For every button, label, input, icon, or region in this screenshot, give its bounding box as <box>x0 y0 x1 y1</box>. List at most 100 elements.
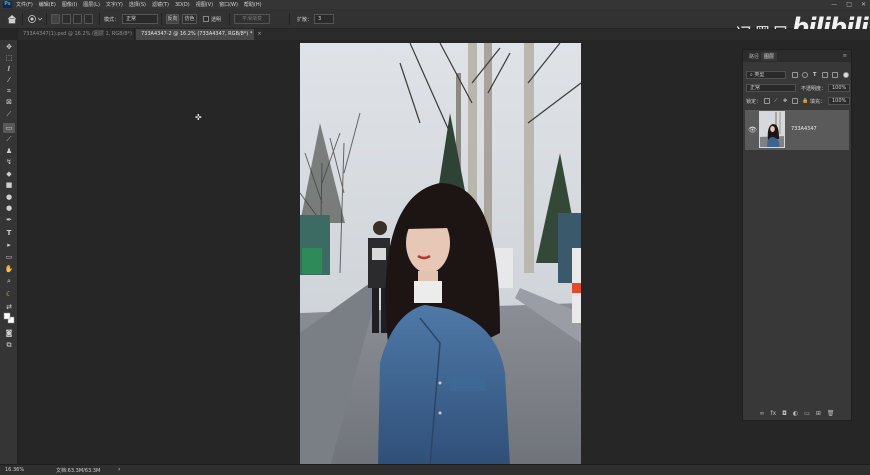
document-size: 文档:63.3M/63.3M <box>56 468 101 474</box>
menu-select[interactable]: 选择(S) <box>129 1 146 8</box>
marquee-tool-icon[interactable]: ⬚ <box>3 53 15 63</box>
eyedropper-tool-icon[interactable]: ⟋ <box>3 109 15 119</box>
document-photo[interactable] <box>300 43 581 466</box>
layer-filter-select[interactable]: ⌕ 类型 <box>746 71 786 79</box>
new-group-icon[interactable]: ▭ <box>804 410 810 417</box>
new-layer-icon[interactable]: ⊞ <box>816 410 821 417</box>
zoom-level[interactable]: 16.36% <box>5 467 24 473</box>
tab-paths[interactable]: 路径 <box>746 52 762 61</box>
maximize-icon[interactable]: □ <box>846 1 852 8</box>
menu-help[interactable]: 帮助(H) <box>244 1 262 8</box>
layer-name[interactable]: 733A4347 <box>791 126 817 132</box>
smooth-gradient-button[interactable]: 平滑渐变 <box>234 14 270 24</box>
separator <box>22 13 23 25</box>
lock-all-icon[interactable]: 🔒 <box>802 98 808 104</box>
brush-tool-icon[interactable]: ⟋ <box>3 134 15 144</box>
mode-value: 正常 <box>126 16 137 22</box>
separator <box>99 13 100 25</box>
cursor-icon: ✜ <box>195 113 202 122</box>
fill-input[interactable]: 100% <box>828 97 850 105</box>
eraser-tool-icon[interactable]: ◆ <box>3 169 15 179</box>
status-bar: 16.36% 文档:63.3M/63.3M › <box>0 464 870 475</box>
panel-menu-icon[interactable]: ≡ <box>843 53 847 59</box>
tab-document-2[interactable]: 733A4347-2 @ 16.2% (733A4347, RGB/8*) * × <box>136 29 262 40</box>
filter-smart-object-icon[interactable] <box>832 72 838 78</box>
fill-label: 填充： <box>810 99 826 105</box>
rectangle-tool-icon[interactable]: ▭ <box>3 252 15 262</box>
tab-close-icon[interactable]: × <box>257 31 261 37</box>
lasso-tool-icon[interactable]: ℓ <box>3 64 15 74</box>
separator <box>289 13 290 25</box>
delete-layer-icon[interactable]: 🗑 <box>827 410 835 417</box>
swap-colors-icon[interactable]: ⇄ <box>3 302 15 312</box>
stamp-tool-icon[interactable]: ♟ <box>3 146 15 156</box>
tab-document-1[interactable]: 733A4347(1).psd @ 16.2% (图层 1, RGB/8*)× <box>18 29 141 40</box>
mode-select[interactable]: 正常 <box>122 14 158 24</box>
dither-toggle[interactable]: 仿色 <box>182 14 197 24</box>
pen-tool-icon[interactable]: ✒ <box>3 215 15 225</box>
layer-filter-row: ⌕ 类型 T <box>746 71 850 80</box>
zoom-tool-icon[interactable]: ⌕ <box>3 276 15 286</box>
opacity-input[interactable]: 100% <box>828 84 850 92</box>
dodge-tool-icon[interactable]: ● <box>3 203 15 213</box>
add-mask-icon[interactable]: ◘ <box>782 410 787 417</box>
type-tool-icon[interactable]: T <box>3 228 15 238</box>
menu-image[interactable]: 图像(I) <box>62 1 77 8</box>
history-brush-tool-icon[interactable]: ↯ <box>3 157 15 167</box>
gradient-reflected-icon[interactable] <box>84 14 93 24</box>
menu-3d[interactable]: 3D(D) <box>175 2 190 8</box>
gradient-tool-icon[interactable]: ▭ <box>3 123 15 133</box>
screen-mode-icon[interactable]: ⧉ <box>3 340 15 350</box>
lock-label: 锁定： <box>746 99 762 105</box>
frame-tool-icon[interactable]: ⊠ <box>3 97 15 107</box>
lock-position-icon[interactable]: ✥ <box>783 98 787 104</box>
minimize-icon[interactable]: — <box>831 1 837 8</box>
layer-item[interactable]: 👁 733A4347 <box>745 110 849 150</box>
menu-file[interactable]: 文件(F) <box>16 1 33 8</box>
filter-pixel-icon[interactable] <box>792 72 798 78</box>
filter-adjustment-icon[interactable] <box>802 72 808 78</box>
crop-tool-icon[interactable]: ⌗ <box>3 86 15 96</box>
close-icon[interactable]: ✕ <box>861 1 866 8</box>
tool-preset-picker[interactable] <box>27 14 43 24</box>
layer-style-icon[interactable]: fx <box>771 410 777 417</box>
visibility-eye-icon[interactable]: 👁 <box>748 126 757 134</box>
filter-type-icon[interactable]: T <box>813 72 816 78</box>
transparency-checkbox[interactable] <box>203 16 209 22</box>
filter-shape-icon[interactable] <box>822 72 828 78</box>
status-menu-icon[interactable]: › <box>118 466 120 473</box>
magic-wand-tool-icon[interactable]: ⁄ <box>3 75 15 85</box>
menu-layer[interactable]: 图层(L) <box>83 1 100 8</box>
lock-artboard-icon[interactable] <box>792 98 798 104</box>
gradient-angle-icon[interactable] <box>73 14 82 24</box>
link-layers-icon[interactable]: ∞ <box>760 410 765 417</box>
menu-edit[interactable]: 编辑(E) <box>39 1 56 8</box>
gradient-radial-icon[interactable] <box>62 14 71 24</box>
hand-tool-icon[interactable]: ✋ <box>3 264 15 274</box>
move-tool-icon[interactable]: ✥ <box>3 42 15 52</box>
tab-layers[interactable]: 图层 <box>761 52 778 61</box>
lock-pixels-icon[interactable] <box>764 98 770 104</box>
path-select-tool-icon[interactable]: ▸ <box>3 240 15 250</box>
blend-mode-select[interactable]: 正常 <box>746 84 796 92</box>
photoshop-logo: Ps <box>3 1 12 8</box>
blur-tool-icon[interactable]: ● <box>3 192 15 202</box>
lock-paint-icon[interactable]: ⟋ <box>774 98 778 104</box>
separator <box>161 13 162 25</box>
paint-bucket-tool-icon[interactable]: ■ <box>3 180 15 190</box>
menu-window[interactable]: 窗口(W) <box>219 1 238 8</box>
gradient-linear-icon[interactable] <box>51 14 60 24</box>
separator <box>229 13 230 25</box>
expand-input[interactable]: 3 <box>314 14 334 24</box>
reverse-toggle[interactable]: 反向 <box>166 14 179 24</box>
menu-view[interactable]: 视图(V) <box>196 1 213 8</box>
quick-mask-icon[interactable]: ◙ <box>3 328 15 338</box>
filter-toggle-icon[interactable] <box>843 72 849 78</box>
blend-row: 正常 不透明度： 100% <box>746 84 850 93</box>
menu-filter[interactable]: 滤镜(T) <box>152 1 169 8</box>
menu-type[interactable]: 文字(Y) <box>106 1 123 8</box>
home-icon[interactable] <box>6 14 18 24</box>
color-swatches[interactable] <box>3 312 15 324</box>
transparency-label: 透明 <box>211 17 222 23</box>
adjustment-layer-icon[interactable]: ◐ <box>793 410 798 417</box>
